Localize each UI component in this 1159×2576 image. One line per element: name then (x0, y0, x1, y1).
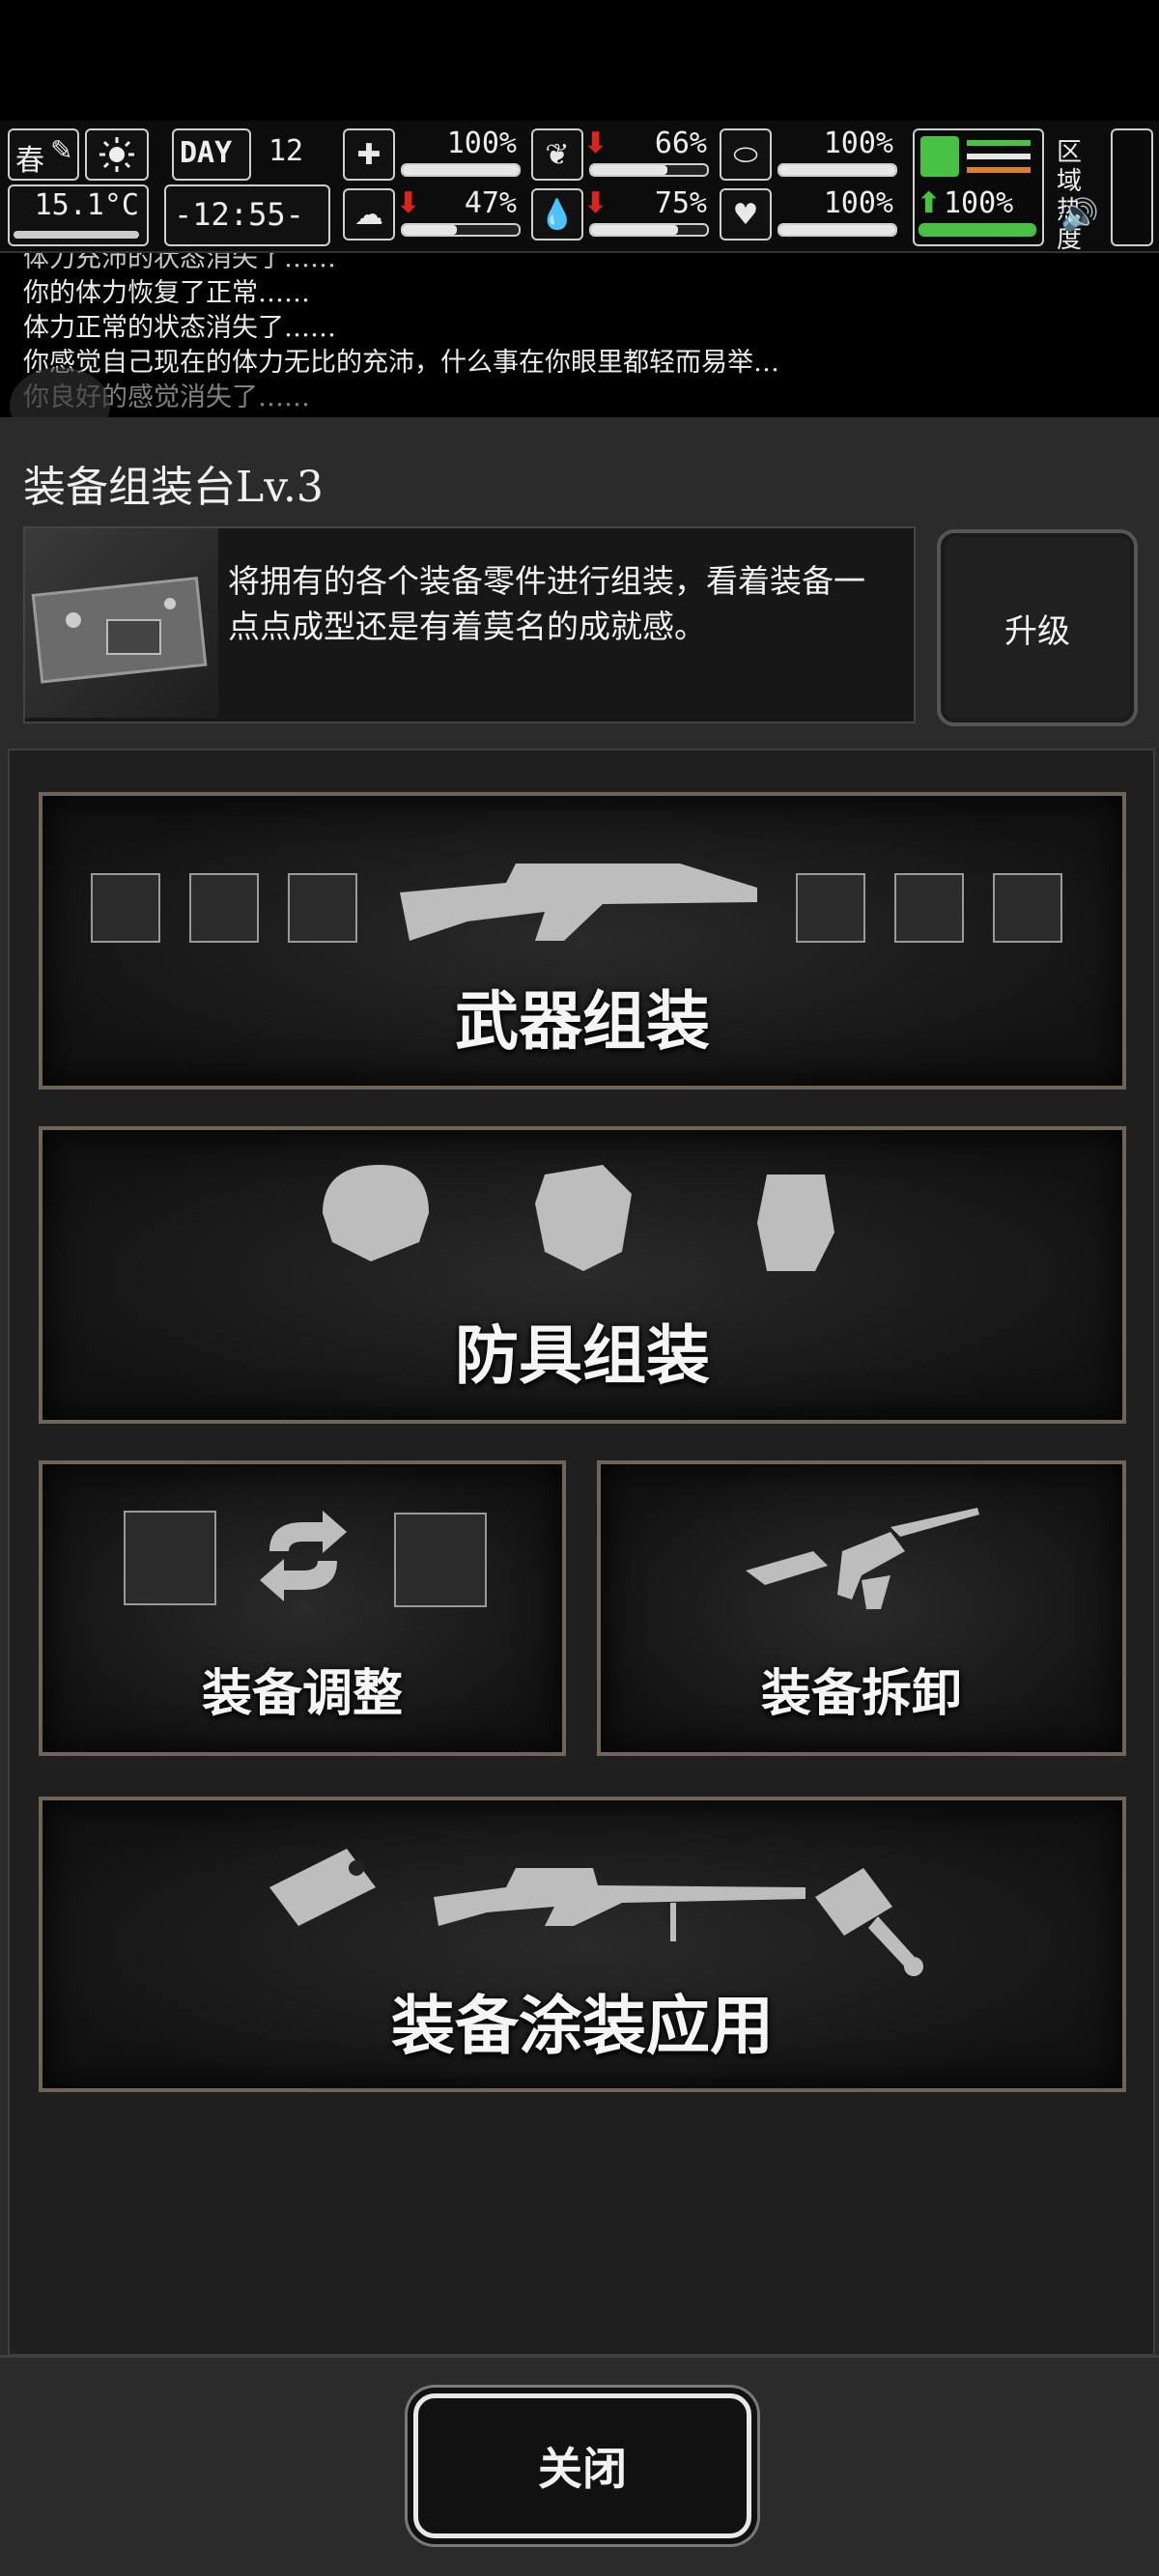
equipment-adjust-button[interactable]: 装备调整 (39, 1460, 566, 1756)
message-log: 体力充沛的状态消失了…… 你的体力恢复了正常…… 体力正常的状态消失了…… 你感… (0, 253, 1159, 417)
health-bar (401, 163, 521, 177)
log-line: 你的体力恢复了正常…… (23, 278, 310, 308)
temperature-value: 15.1°C (34, 188, 139, 222)
scope-part-icon (394, 1513, 487, 1607)
hunger-bar (589, 163, 709, 177)
day-badge: DAY (172, 128, 251, 181)
log-line: 体力正常的状态消失了…… (23, 313, 336, 343)
mask-bar (777, 163, 897, 177)
speaker-icon[interactable]: 🔊 (1060, 196, 1099, 233)
log-line: 体力充沛的状态消失了…… (23, 253, 336, 273)
armor-assembly-label: 防具组装 (455, 1318, 710, 1393)
upgrade-button[interactable]: 升级 (937, 529, 1138, 726)
status-hud: 春 ✎ 15.1°C DAY 12 -12:55- ✚ 100% ❦ ⬇ 66%… (0, 121, 1159, 254)
sanity-bar (401, 223, 521, 237)
feather-icon: ✎ (50, 134, 73, 166)
stock-part-icon (91, 873, 160, 943)
trend-up-icon: ⬆ (917, 186, 942, 220)
water-drop-icon: 💧 (531, 188, 583, 241)
health-value: 100% (446, 127, 517, 160)
weapon-assembly-label: 武器组装 (455, 984, 710, 1059)
scope-part-icon (796, 873, 865, 943)
season-badge: 春 ✎ (8, 128, 79, 181)
thermometer-icon (14, 231, 139, 239)
paint-tag-icon (269, 1849, 376, 1926)
mood-value: 100% (823, 186, 893, 220)
sniper-rifle-icon (434, 1868, 806, 1941)
zone-heat-meter (1111, 128, 1153, 246)
medkit-icon: ✚ (343, 128, 395, 181)
close-button[interactable]: 关闭 (413, 2393, 751, 2538)
equipment-disassemble-label: 装备拆卸 (760, 1665, 962, 1723)
description-text: 将拥有的各个装备零件进行组装，看着装备一点点成型还是有着莫名的成就感。 (228, 562, 865, 645)
disassembled-rifle-icon (746, 1508, 979, 1609)
hunger-value: 66% (654, 127, 707, 160)
thirst-bar (589, 223, 709, 237)
glove-icon (757, 1175, 834, 1271)
stomach-icon: ❦ (531, 128, 583, 181)
temperature-box: 15.1°C (8, 184, 149, 246)
day-label: DAY (180, 136, 233, 170)
clock-box: -12:55- (164, 184, 330, 246)
rifle-icon (400, 863, 757, 941)
stamina-bar (919, 223, 1036, 237)
weather-sun-icon (85, 128, 149, 181)
vest-icon (535, 1165, 632, 1271)
equipment-paint-button[interactable]: 装备涂装应用 (39, 1797, 1126, 2092)
clock-value: -12:55- (174, 196, 304, 233)
brain-icon: ☁ (343, 188, 395, 241)
sanity-value: 47% (464, 186, 517, 220)
holster-part-icon (124, 1511, 216, 1605)
magazine-part-icon (288, 873, 357, 943)
mask-value: 100% (823, 127, 893, 160)
equipment-adjust-label: 装备调整 (201, 1665, 403, 1723)
equipment-paint-label: 装备涂装应用 (391, 1989, 774, 2063)
grip-part-icon (894, 873, 964, 943)
log-line: 你感觉自己现在的体力无比的充沛，什么事在你眼里都轻而易举… (23, 348, 779, 378)
armor-assembly-button[interactable]: 防具组装 (39, 1126, 1126, 1424)
page-title: 装备组装台Lv.3 (23, 463, 324, 512)
trigger-part-icon (189, 873, 259, 943)
mood-bar (777, 223, 897, 237)
season-label: 春 (15, 144, 44, 178)
weapon-assembly-button[interactable]: 武器组装 (39, 792, 1126, 1090)
thirst-value: 75% (654, 186, 707, 220)
helmet-icon (323, 1165, 429, 1261)
workbench-image (25, 528, 218, 718)
stamina-box: ⬆ 100% (913, 128, 1044, 246)
stamina-value: 100% (944, 186, 1014, 220)
mask-icon: ⬭ (720, 128, 772, 181)
boot-icon (920, 136, 959, 177)
heart-icon: ♥ (720, 188, 772, 241)
armor-icons (323, 1165, 834, 1271)
day-number: 12 (269, 134, 304, 168)
log-line: 你良好的感觉消失了…… (23, 382, 310, 412)
muzzle-part-icon (993, 873, 1062, 943)
paint-brush-icon (815, 1868, 923, 1976)
swap-arrows-icon (260, 1511, 347, 1601)
equipment-disassemble-button[interactable]: 装备拆卸 (597, 1460, 1126, 1756)
